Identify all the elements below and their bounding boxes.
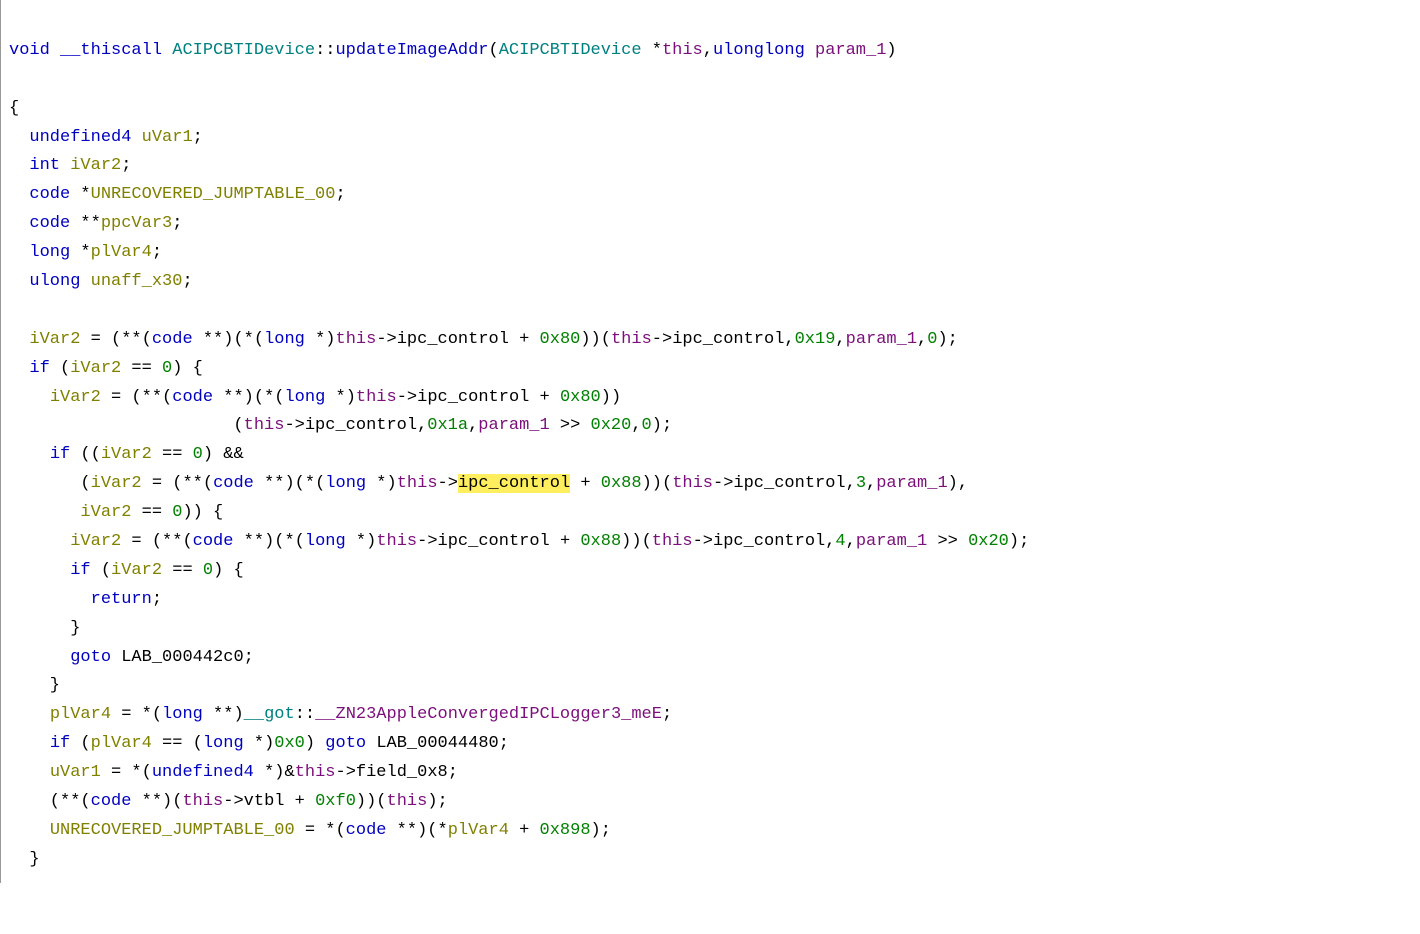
highlighted-token[interactable]: ipc_control [458, 474, 570, 493]
global-symbol[interactable]: __ZN23AppleConvergedIPCLogger3_meE [315, 705, 662, 724]
param-1[interactable]: param_1 [815, 41, 886, 60]
local-var[interactable]: uVar1 [142, 128, 193, 147]
decl-type: code [29, 214, 70, 233]
local-var[interactable]: unaff_x30 [91, 272, 183, 291]
decl-type: int [29, 156, 60, 175]
return-type: void [9, 41, 50, 60]
var-ref[interactable]: iVar2 [29, 330, 80, 349]
class-name[interactable]: ACIPCBTIDevice [172, 41, 315, 60]
got-ref[interactable]: __got [244, 705, 295, 724]
local-var[interactable]: ppcVar3 [101, 214, 172, 233]
label-ref[interactable]: LAB_00044480 [376, 734, 498, 753]
param-type: ulonglong [713, 41, 805, 60]
field-ref[interactable]: vtbl [244, 792, 285, 811]
decl-type: ulong [29, 272, 80, 291]
label-ref[interactable]: LAB_000442c0 [121, 648, 243, 667]
local-var[interactable]: UNRECOVERED_JUMPTABLE_00 [91, 185, 336, 204]
method-name[interactable]: updateImageAddr [335, 41, 488, 60]
field-ref[interactable]: field_0x8 [356, 763, 448, 782]
decompiled-code-view[interactable]: void __thiscall ACIPCBTIDevice::updateIm… [0, 0, 1420, 883]
local-var[interactable]: plVar4 [91, 243, 152, 262]
param-type[interactable]: ACIPCBTIDevice [499, 41, 642, 60]
calling-convention: __thiscall [60, 41, 162, 60]
local-var[interactable]: iVar2 [70, 156, 121, 175]
decl-type: long [29, 243, 70, 262]
open-brace: { [9, 99, 19, 118]
field-ref[interactable]: ipc_control [397, 330, 509, 349]
signature-line[interactable]: void __thiscall ACIPCBTIDevice::updateIm… [9, 41, 897, 60]
param-this[interactable]: this [662, 41, 703, 60]
decl-type: code [29, 185, 70, 204]
decl-type: undefined4 [29, 128, 131, 147]
